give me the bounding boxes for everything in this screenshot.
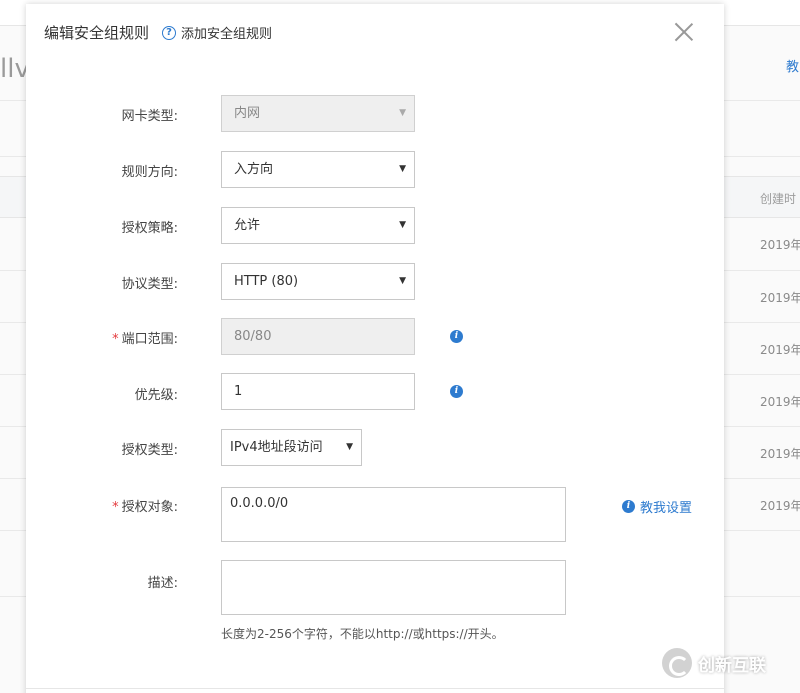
port-range-label-text: 端口范围: [121,332,178,347]
caret-down-icon: ▼ [346,442,353,452]
auth-type-label: 授权类型: [121,443,178,458]
description-hint: 长度为2-256个字符，不能以http://或https://开头。 [221,627,504,641]
background-table-cell: 2019年 [760,499,800,513]
info-circle-icon[interactable]: i [450,330,463,343]
priority-value: 1 [234,384,243,399]
port-range-input[interactable]: 80/80 [221,318,415,355]
info-circle-icon[interactable]: i [450,385,463,398]
caret-down-icon: ▼ [399,108,406,118]
priority-input[interactable]: 1 [221,373,415,410]
dialog-footer-divider [26,688,724,689]
background-table-cell: 2019年 [760,343,800,357]
add-rule-help-link[interactable]: ? 添加安全组规则 [162,23,272,42]
description-textarea[interactable] [221,560,566,615]
close-icon[interactable] [670,18,698,46]
teach-me-label: 教我设置 [640,501,693,516]
description-label: 描述: [147,576,178,591]
info-circle-icon: i [622,500,635,513]
question-circle-icon: ? [162,25,176,40]
priority-label: 优先级: [134,388,178,403]
policy-select[interactable]: 允许 ▼ [221,207,415,244]
background-column-created[interactable]: 创建时 [760,190,796,207]
protocol-select[interactable]: HTTP (80) ▼ [221,263,415,300]
background-table-cell: 2019年 [760,395,800,409]
caret-down-icon: ▼ [399,220,406,230]
auth-object-value: 0.0.0.0/0 [230,496,289,511]
protocol-value: HTTP (80) [234,274,299,289]
help-link-label: 添加安全组规则 [181,27,273,42]
teach-me-link[interactable]: i 教我设置 [622,497,692,516]
nic-type-label: 网卡类型: [121,109,178,124]
auth-object-label-text: 授权对象: [121,500,178,515]
auth-type-value: IPv4地址段访问 [230,440,323,455]
required-mark: * [112,332,119,347]
background-help-link[interactable]: 教 [786,56,799,75]
required-mark: * [112,500,119,515]
background-table-cell: 2019年 [760,447,800,461]
protocol-label: 协议类型: [121,277,178,292]
auth-object-textarea[interactable]: 0.0.0.0/0 [221,487,566,542]
nic-type-select[interactable]: 内网 ▼ [221,95,415,132]
policy-value: 允许 [234,218,261,233]
edit-security-group-rule-dialog: 编辑安全组规则 ? 添加安全组规则 网卡类型: 内网 ▼ 规则方向: 入方向 ▼… [26,4,724,693]
background-table-cell: 2019年 [760,238,800,252]
dialog-title: 编辑安全组规则 [44,24,150,42]
caret-down-icon: ▼ [399,276,406,286]
nic-type-value: 内网 [234,106,261,121]
auth-type-select[interactable]: IPv4地址段访问 ▼ [221,429,362,466]
direction-label: 规则方向: [121,165,178,180]
watermark-logo-icon [662,648,692,678]
background-table-cell: 2019年 [760,291,800,305]
auth-object-label: * 授权对象: [26,496,178,515]
dialog-header: 编辑安全组规则 ? 添加安全组规则 [26,4,724,60]
caret-down-icon: ▼ [399,164,406,174]
policy-label: 授权策略: [121,221,178,236]
watermark: 创新互联 [662,648,766,678]
port-range-value: 80/80 [234,329,272,344]
port-range-label: * 端口范围: [26,328,178,347]
watermark-text: 创新互联 [698,655,766,676]
direction-value: 入方向 [234,162,274,177]
direction-select[interactable]: 入方向 ▼ [221,151,415,188]
